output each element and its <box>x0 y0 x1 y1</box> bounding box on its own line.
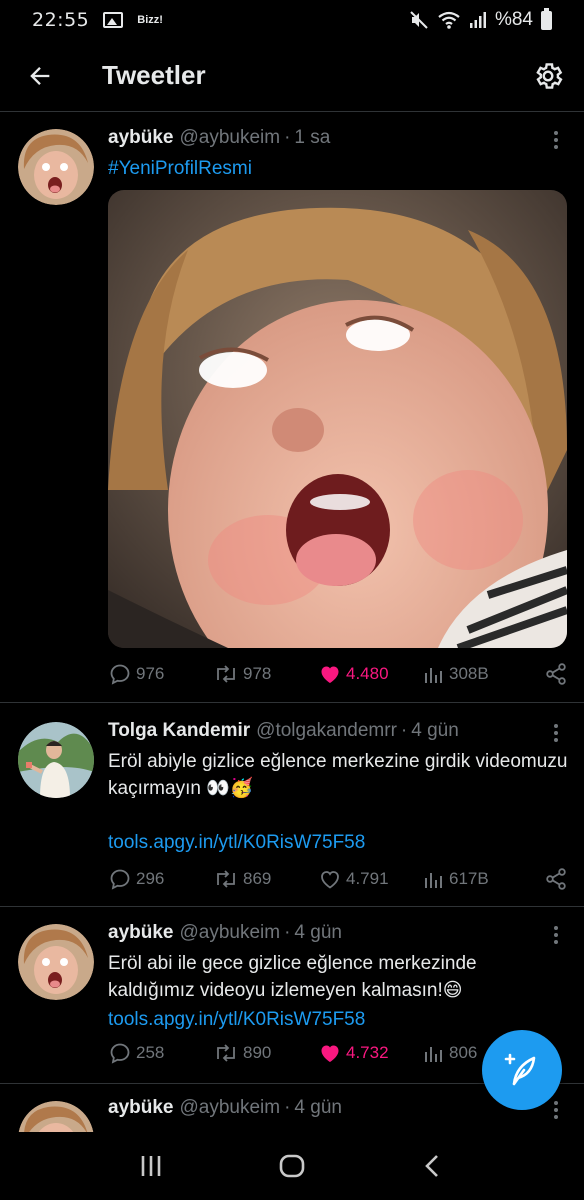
tweet-link[interactable]: tools.apgy.in/ytl/K0RisW75F58 <box>108 829 568 856</box>
reply-icon <box>110 664 130 685</box>
bizz-notification-label: Bizz! <box>137 14 163 26</box>
more-options-button[interactable] <box>544 720 568 746</box>
retweet-icon <box>217 1044 235 1062</box>
share-button[interactable] <box>544 864 568 894</box>
arrow-left-icon <box>30 66 50 85</box>
chevron-left-icon <box>425 1155 439 1177</box>
retweet-button[interactable]: 978 <box>213 659 318 689</box>
separator-dot: · <box>284 1097 291 1118</box>
tweet-media-photo[interactable] <box>108 190 567 648</box>
retweet-icon <box>217 870 235 888</box>
home-button[interactable] <box>257 1136 327 1196</box>
views-chart-icon <box>425 668 442 683</box>
status-bar: 22:55 Bizz! %84 <box>0 0 584 40</box>
timestamp: 1 sa <box>294 127 331 148</box>
gallery-notification-icon <box>103 12 124 28</box>
reply-count: 258 <box>136 1043 165 1062</box>
top-app-bar: Tweetler <box>0 40 584 112</box>
like-button[interactable]: 4.480 <box>318 659 423 689</box>
avatar[interactable] <box>18 722 94 798</box>
retweet-count: 890 <box>243 1043 272 1062</box>
retweet-icon <box>217 665 235 683</box>
hashtag-link[interactable]: #YeniProfilResmi <box>108 155 568 182</box>
display-name[interactable]: aybüke <box>108 1097 173 1119</box>
share-icon <box>546 663 566 685</box>
separator-dot: · <box>284 127 291 148</box>
handle[interactable]: @aybukeim <box>179 127 280 149</box>
display-name[interactable]: aybüke <box>108 127 173 149</box>
page-title: Tweetler <box>102 60 206 90</box>
back-nav-button[interactable] <box>398 1136 468 1196</box>
timestamp: 4 gün <box>411 720 459 741</box>
settings-button[interactable] <box>512 40 584 112</box>
handle[interactable]: @tolgakandemrr <box>256 720 397 742</box>
separator-dot: · <box>284 922 291 943</box>
system-navigation-bar <box>0 1132 584 1200</box>
feather-plus-icon <box>504 1053 536 1086</box>
reply-count: 976 <box>136 664 165 683</box>
heart-filled-icon <box>321 1045 339 1062</box>
retweet-button[interactable]: 890 <box>213 1038 318 1068</box>
display-name[interactable]: aybüke <box>108 922 173 944</box>
handle[interactable]: @aybukeim <box>179 1097 280 1119</box>
more-options-button[interactable] <box>544 922 568 948</box>
handle[interactable]: @aybukeim <box>179 922 280 944</box>
gear-icon <box>536 62 563 89</box>
timestamp: 4 gün <box>294 922 342 943</box>
avatar[interactable] <box>18 924 94 1000</box>
recent-apps-button[interactable] <box>116 1136 186 1196</box>
tweet[interactable]: Tolga Kandemir @tolgakandemrr · 4 gün Er… <box>0 704 584 907</box>
like-count: 4.480 <box>346 664 389 683</box>
heart-filled-icon <box>321 666 339 683</box>
recent-apps-icon <box>141 1156 160 1176</box>
tweet-text: Eröl abi ile gece gizlice eğlence merkez… <box>108 953 477 1001</box>
reply-icon <box>110 1043 130 1064</box>
mute-icon <box>410 11 428 29</box>
retweet-count: 869 <box>243 869 272 888</box>
tweet-text: Eröl abiyle gizlice eğlence merkezine gi… <box>108 751 568 799</box>
reply-icon <box>110 869 130 890</box>
views-count: 617B <box>449 869 489 888</box>
tweet-link[interactable]: tools.apgy.in/ytl/K0RisW75F58 <box>108 1006 568 1033</box>
like-button[interactable]: 4.732 <box>318 1038 423 1068</box>
views-button[interactable]: 308B <box>423 659 523 689</box>
like-button[interactable]: 4.791 <box>318 864 423 894</box>
more-options-button[interactable] <box>544 1097 568 1123</box>
retweet-count: 978 <box>243 664 272 683</box>
avatar[interactable] <box>18 129 94 205</box>
status-time: 22:55 <box>32 9 90 31</box>
battery-percent: %84 <box>494 9 533 30</box>
signal-icon <box>469 12 486 28</box>
battery-icon <box>541 7 552 30</box>
reply-button[interactable]: 296 <box>108 864 213 894</box>
views-chart-icon <box>425 873 442 888</box>
views-button[interactable]: 617B <box>423 864 523 894</box>
more-options-button[interactable] <box>544 127 568 153</box>
views-chart-icon <box>425 1047 442 1062</box>
tweet[interactable]: aybüke @aybukeim · 1 sa #YeniProfilResmi <box>0 113 584 703</box>
avatar[interactable] <box>18 1101 94 1132</box>
share-icon <box>546 868 566 890</box>
share-button[interactable] <box>544 659 568 689</box>
retweet-button[interactable]: 869 <box>213 864 318 894</box>
back-button[interactable] <box>0 40 80 112</box>
reply-button[interactable]: 976 <box>108 659 213 689</box>
views-count: 806 <box>449 1043 478 1062</box>
heart-outline-icon <box>321 871 339 889</box>
wifi-icon <box>438 11 460 29</box>
reply-button[interactable]: 258 <box>108 1038 213 1068</box>
display-name[interactable]: Tolga Kandemir <box>108 720 250 742</box>
reply-count: 296 <box>136 869 165 888</box>
like-count: 4.791 <box>346 869 389 888</box>
like-count: 4.732 <box>346 1043 389 1062</box>
separator-dot: · <box>400 720 408 741</box>
views-count: 308B <box>449 664 489 683</box>
timestamp: 4 gün <box>294 1097 342 1118</box>
compose-tweet-button[interactable] <box>482 1030 562 1110</box>
home-icon <box>279 1154 305 1178</box>
